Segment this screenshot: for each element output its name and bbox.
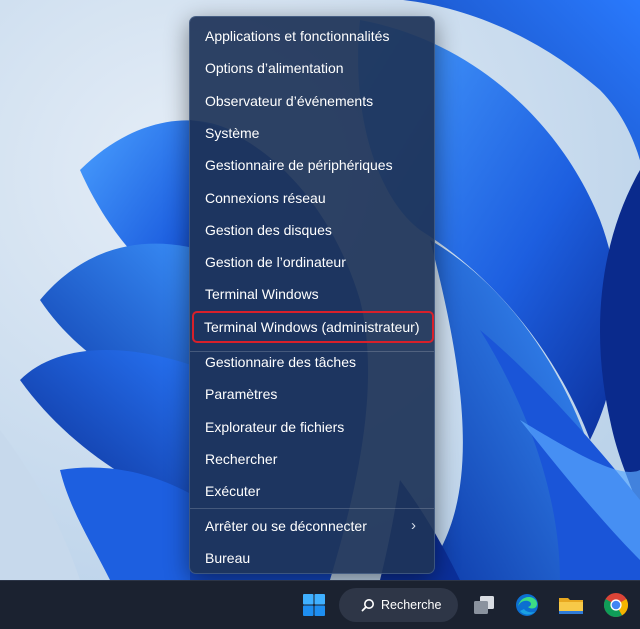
- edge-icon[interactable]: [511, 589, 543, 621]
- menu-item-label: Arrêter ou se déconnecter: [205, 518, 367, 534]
- menu-item-label: Gestion de l’ordinateur: [205, 254, 346, 270]
- menu-item-network-connections[interactable]: Connexions réseau: [194, 183, 430, 213]
- menu-item-search[interactable]: Rechercher: [194, 444, 430, 474]
- search-label: Recherche: [381, 598, 442, 612]
- menu-item-label: Connexions réseau: [205, 190, 326, 206]
- menu-item-computer-management[interactable]: Gestion de l’ordinateur: [194, 247, 430, 277]
- menu-item-shutdown-signout[interactable]: Arrêter ou se déconnecter ›: [194, 511, 430, 541]
- windows-start-icon[interactable]: [298, 589, 330, 621]
- search-icon: [361, 599, 374, 612]
- taskbar: Recherche: [0, 580, 640, 629]
- menu-item-desktop[interactable]: Bureau: [194, 543, 430, 573]
- menu-item-disk-management[interactable]: Gestion des disques: [194, 215, 430, 245]
- menu-item-label: Gestion des disques: [205, 222, 332, 238]
- menu-item-event-viewer[interactable]: Observateur d’événements: [194, 86, 430, 116]
- menu-item-windows-terminal[interactable]: Terminal Windows: [194, 279, 430, 309]
- menu-item-label: Rechercher: [205, 451, 278, 467]
- menu-item-label: Observateur d’événements: [205, 93, 374, 109]
- menu-item-power-options[interactable]: Options d’alimentation: [194, 53, 430, 83]
- menu-item-device-manager[interactable]: Gestionnaire de périphériques: [194, 150, 430, 180]
- menu-item-label: Gestionnaire des tâches: [205, 354, 356, 370]
- menu-item-task-manager[interactable]: Gestionnaire des tâches: [194, 347, 430, 377]
- menu-item-label: Bureau: [205, 550, 251, 566]
- menu-item-label: Applications et fonctionnalités: [205, 28, 390, 44]
- chrome-icon[interactable]: [600, 589, 632, 621]
- menu-item-file-explorer[interactable]: Explorateur de fichiers: [194, 412, 430, 442]
- taskbar-search-box[interactable]: Recherche: [339, 588, 458, 622]
- menu-item-label: Options d’alimentation: [205, 60, 344, 76]
- menu-item-label: Exécuter: [205, 483, 261, 499]
- menu-separator: [190, 508, 434, 509]
- menu-item-label: Terminal Windows: [205, 286, 319, 302]
- chevron-right-icon: ›: [411, 517, 416, 534]
- menu-item-settings[interactable]: Paramètres: [194, 379, 430, 409]
- menu-item-system[interactable]: Système: [194, 118, 430, 148]
- menu-item-label: Explorateur de fichiers: [205, 419, 345, 435]
- menu-item-label: Terminal Windows (administrateur): [204, 319, 420, 335]
- menu-item-label: Paramètres: [205, 386, 278, 402]
- win-x-context-menu: Applications et fonctionnalités Options …: [189, 16, 435, 574]
- file-explorer-icon[interactable]: [555, 589, 587, 621]
- menu-item-applications[interactable]: Applications et fonctionnalités: [194, 21, 430, 51]
- menu-item-windows-terminal-admin[interactable]: Terminal Windows (administrateur): [192, 311, 434, 343]
- menu-item-run[interactable]: Exécuter: [194, 476, 430, 506]
- menu-item-label: Gestionnaire de périphériques: [205, 157, 393, 173]
- menu-item-label: Système: [205, 125, 260, 141]
- task-view-icon[interactable]: [468, 589, 500, 621]
- desktop: Applications et fonctionnalités Options …: [0, 0, 640, 629]
